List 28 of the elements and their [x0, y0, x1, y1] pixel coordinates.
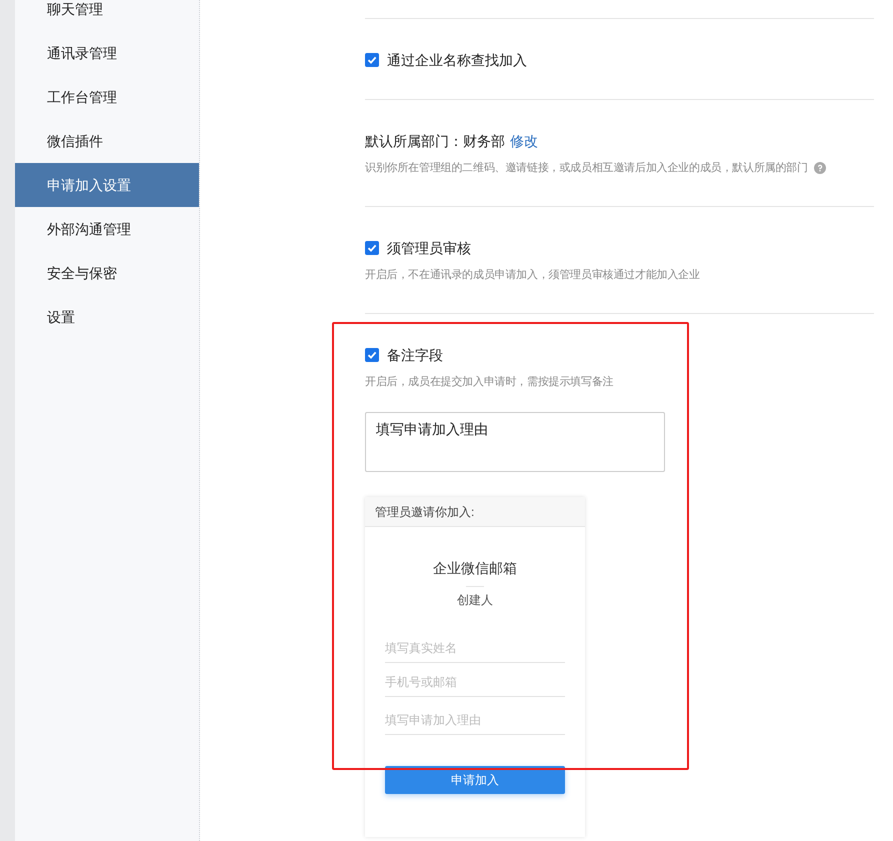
- creator-label: 创建人: [457, 592, 493, 608]
- sidebar-item[interactable]: 申请加入设置: [15, 163, 199, 207]
- sidebar-item[interactable]: 通讯录管理: [15, 31, 199, 75]
- description: 识别你所在管理组的二维码、邀请链接，或成员相互邀请后加入企业的成员，默认所属的部门: [365, 160, 808, 176]
- sidebar-item[interactable]: 微信插件: [15, 119, 199, 163]
- checkbox[interactable]: [365, 241, 379, 255]
- input-field[interactable]: 填写申请加入理由: [385, 705, 565, 735]
- apply-button[interactable]: 申请加入: [385, 766, 565, 794]
- card-header: 管理员邀请你加入:: [365, 497, 585, 527]
- input-field[interactable]: 手机号或邮箱: [385, 667, 565, 697]
- company-name: 企业微信邮箱: [433, 559, 517, 578]
- description: 开启后，成员在提交加入申请时，需按提示填写备注: [365, 374, 614, 390]
- sidebar-item[interactable]: 安全与保密: [15, 251, 199, 295]
- checkbox[interactable]: [365, 53, 379, 67]
- checkbox-label: 备注字段: [387, 346, 443, 364]
- textarea-field[interactable]: 填写申请加入理由: [365, 412, 665, 472]
- sidebar-item[interactable]: 工作台管理: [15, 75, 199, 119]
- department-label: 默认所属部门：财务部: [365, 132, 505, 150]
- sidebar-item[interactable]: 设置: [15, 295, 199, 339]
- sidebar-item[interactable]: 外部沟通管理: [15, 207, 199, 251]
- input-field[interactable]: 填写真实姓名: [385, 633, 565, 663]
- checkbox-label: 通过企业名称查找加入: [387, 51, 527, 69]
- help-icon[interactable]: [814, 162, 826, 174]
- checkbox-label: 须管理员审核: [387, 239, 471, 257]
- sidebar-item[interactable]: 聊天管理: [15, 0, 199, 31]
- edit-link[interactable]: 修改: [510, 132, 538, 150]
- description: 开启后，不在通讯录的成员申请加入，须管理员审核通过才能加入企业: [365, 268, 700, 283]
- checkbox[interactable]: [365, 348, 379, 362]
